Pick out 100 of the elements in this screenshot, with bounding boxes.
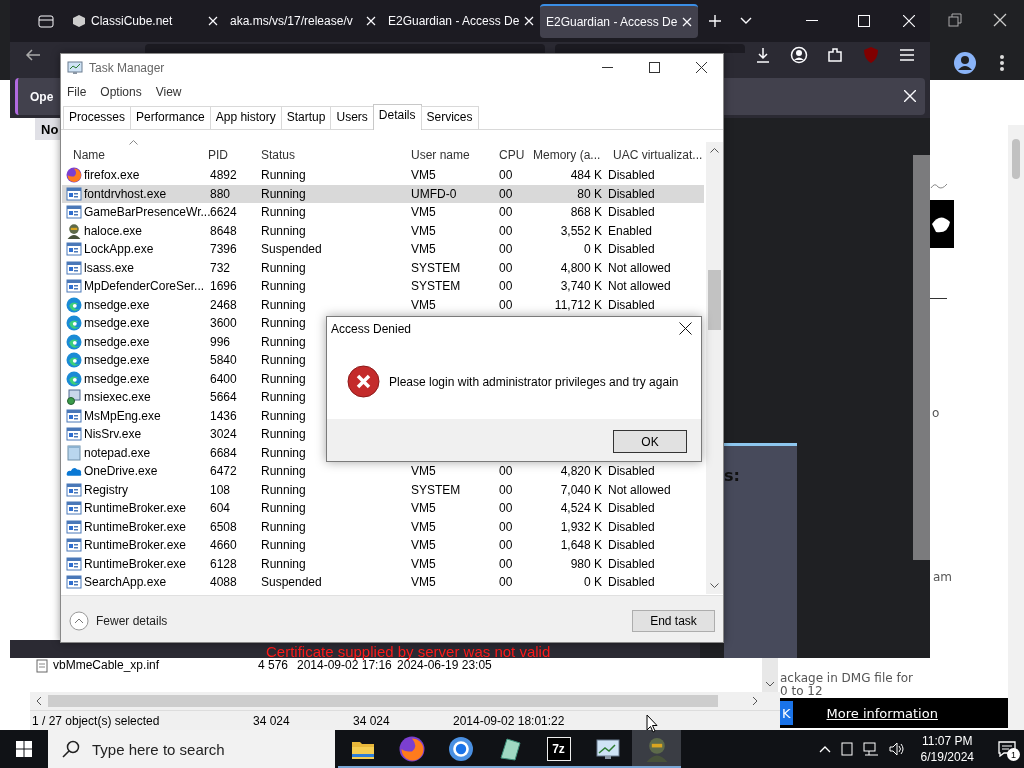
table-cell: SYSTEM — [411, 278, 461, 294]
process-name: haloce.exe — [84, 222, 143, 239]
table-cell: Running — [261, 204, 306, 220]
table-cell: 00 — [499, 555, 513, 572]
table-cell: VM5 — [411, 296, 436, 313]
table-cell: 00 — [499, 185, 513, 202]
table-cell: Running — [261, 222, 306, 239]
table-cell: VM5 — [411, 555, 436, 572]
table-cell: 00 — [499, 222, 513, 239]
process-name: MsMpEng.exe — [84, 407, 161, 424]
process-name: SearchApp.exe — [84, 574, 167, 590]
table-cell: VM5 — [411, 500, 436, 516]
table-cell: Running — [261, 444, 306, 461]
table-cell: 3600 — [210, 315, 237, 331]
table-cell: Running — [261, 333, 306, 350]
process-name: RuntimeBroker.exe — [84, 537, 187, 553]
process-name: MpDefenderCoreSer... — [84, 278, 205, 294]
table-cell: 00 — [499, 259, 513, 276]
table-cell: Running — [261, 352, 306, 368]
table-cell: Running — [261, 407, 306, 424]
table-cell: 00 — [499, 574, 513, 590]
table-cell: Running — [261, 278, 306, 294]
table-cell: Running — [261, 296, 306, 313]
table-cell: 2468 — [210, 296, 237, 313]
table-cell: 996 — [210, 333, 231, 350]
table-cell: VM5 — [411, 463, 436, 479]
process-name: RuntimeBroker.exe — [84, 555, 187, 572]
table-cell: Running — [261, 500, 306, 516]
table-cell-text: 80 K — [576, 185, 602, 202]
table-cell: Not allowed — [608, 278, 671, 294]
text-fragment: am — [933, 570, 953, 584]
table-cell: Disabled — [608, 463, 655, 479]
process-name: LockApp.exe — [84, 241, 154, 257]
table-cell: Running — [261, 185, 306, 202]
table-cell: Not allowed — [608, 481, 671, 498]
table-cell: Running — [261, 389, 306, 405]
process-name: RuntimeBroker.exe — [84, 518, 187, 535]
dialog-message: Please login with administrator privileges and try again — [389, 374, 679, 389]
process-name: lsass.exe — [84, 259, 135, 276]
table-cell: Disabled — [608, 500, 655, 516]
table-cell: 1696 — [210, 278, 237, 294]
table-cell: Suspended — [261, 241, 322, 257]
table-cell: 7396 — [210, 241, 237, 257]
table-cell: Running — [261, 259, 306, 276]
table-cell: VM5 — [411, 222, 436, 239]
error-message: Certificate supplied by server was not valid — [266, 643, 551, 660]
table-cell: 4892 — [210, 167, 237, 183]
table-cell: 6128 — [210, 555, 237, 572]
table-cell-text: 980 K — [569, 555, 602, 572]
table-cell: 6684 — [210, 444, 237, 461]
notification-text: Ope — [30, 89, 54, 104]
table-cell: Disabled — [608, 241, 655, 257]
table-cell: Disabled — [608, 167, 655, 183]
heading-fragment: s: — [724, 466, 740, 485]
table-cell: 6508 — [210, 518, 237, 535]
table-cell: Running — [261, 167, 306, 183]
table-cell: Running — [261, 518, 306, 535]
table-cell: 00 — [499, 537, 513, 553]
table-cell: Disabled — [608, 574, 655, 590]
table-cell: SYSTEM — [411, 259, 461, 276]
clock-date: 6/19/2024 — [920, 749, 974, 765]
table-cell-text: 1,648 K — [559, 537, 602, 553]
table-cell-text: 7,040 K — [559, 481, 602, 498]
text-fragment: 0 to 12 — [780, 684, 823, 698]
process-name: RuntimeBroker.exe — [84, 500, 187, 516]
table-cell: 6400 — [210, 370, 237, 387]
table-cell: VM5 — [411, 241, 436, 257]
process-name: msedge.exe — [84, 296, 150, 313]
text-fragment: ackage in DMG file for — [780, 671, 913, 685]
table-cell: Running — [261, 481, 306, 498]
table-cell: 108 — [210, 481, 231, 498]
status-text: 1 / 27 object(s) selected — [32, 714, 160, 728]
table-cell-text: 0 K — [583, 574, 602, 590]
table-cell: Running — [261, 555, 306, 572]
table-cell: Disabled — [608, 555, 655, 572]
status-text: 34 024 — [353, 714, 390, 728]
table-cell: VM5 — [411, 204, 436, 220]
table-cell: Disabled — [608, 296, 655, 313]
table-cell: Disabled — [608, 185, 655, 202]
table-cell-text: 4,524 K — [559, 500, 602, 516]
table-cell: Running — [261, 537, 306, 553]
table-cell: 00 — [499, 241, 513, 257]
table-cell: 880 — [210, 185, 231, 202]
text-fragment: o — [932, 406, 940, 420]
table-cell: 6472 — [210, 463, 237, 479]
table-cell: Suspended — [261, 574, 322, 590]
table-cell: 5664 — [210, 389, 237, 405]
process-name: GameBarPresenceWr... — [84, 204, 211, 220]
process-name: msedge.exe — [84, 352, 150, 368]
table-cell-text: 4,800 K — [559, 259, 602, 276]
table-cell: 1436 — [210, 407, 237, 424]
file-cell: vbMmeCable_xp.inf — [53, 658, 160, 672]
table-cell: Not allowed — [608, 259, 671, 276]
status-text: 34 024 — [253, 714, 290, 728]
table-cell-text: 11,712 K — [553, 296, 602, 313]
process-name: Registry — [84, 481, 128, 498]
table-cell: 00 — [499, 463, 513, 479]
table-cell: Enabled — [608, 222, 653, 239]
table-cell: VM5 — [411, 167, 436, 183]
table-cell: 732 — [210, 259, 231, 276]
